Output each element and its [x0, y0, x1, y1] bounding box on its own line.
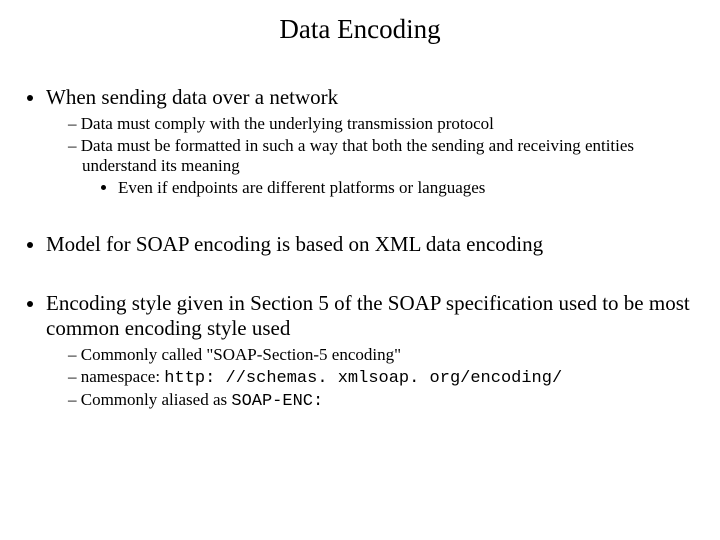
bullet-1-sub-1: Data must comply with the underlying tra… — [68, 114, 702, 134]
bullet-3-sub-2: namespace: http: //schemas. xmlsoap. org… — [68, 367, 702, 388]
bullet-3-sub-3-code: SOAP-ENC: — [231, 392, 323, 411]
slide: Data Encoding When sending data over a n… — [0, 0, 720, 540]
bullet-3-sub-1: Commonly called "SOAP-Section-5 encoding… — [68, 345, 702, 365]
bullet-list: When sending data over a network Data mu… — [18, 85, 702, 411]
bullet-2-text: Model for SOAP encoding is based on XML … — [46, 232, 543, 256]
bullet-2: Model for SOAP encoding is based on XML … — [46, 232, 702, 257]
bullet-3: Encoding style given in Section 5 of the… — [46, 291, 702, 411]
bullet-3-sub-2-label: namespace: — [81, 367, 165, 386]
bullet-3-sublist: Commonly called "SOAP-Section-5 encoding… — [46, 345, 702, 411]
bullet-1-sub-2-text: Data must be formatted in such a way tha… — [81, 136, 634, 175]
bullet-1: When sending data over a network Data mu… — [46, 85, 702, 198]
bullet-1-sub-2-sub-1: Even if endpoints are different platform… — [118, 178, 702, 198]
bullet-3-sub-2-code: http: //schemas. xmlsoap. org/encoding/ — [164, 369, 562, 388]
bullet-3-text: Encoding style given in Section 5 of the… — [46, 291, 690, 340]
bullet-1-text: When sending data over a network — [46, 85, 338, 109]
bullet-3-sub-3-label: Commonly aliased as — [81, 390, 232, 409]
bullet-1-sub-2-sublist: Even if endpoints are different platform… — [82, 178, 702, 198]
bullet-1-sublist: Data must comply with the underlying tra… — [46, 114, 702, 198]
slide-title: Data Encoding — [18, 14, 702, 45]
bullet-3-sub-3: Commonly aliased as SOAP-ENC: — [68, 390, 702, 411]
bullet-1-sub-2: Data must be formatted in such a way tha… — [68, 136, 702, 198]
